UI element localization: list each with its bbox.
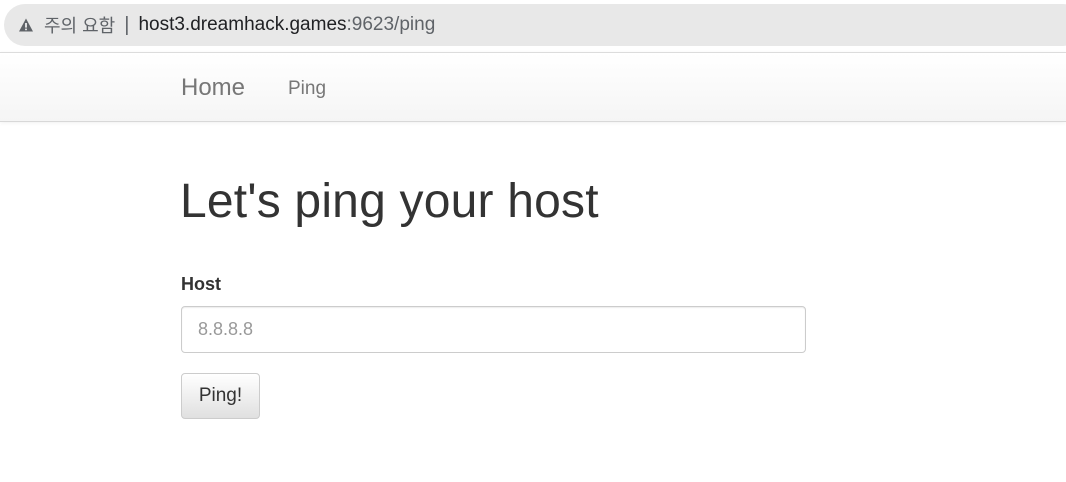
warning-triangle-icon[interactable] (18, 17, 34, 33)
omnibox-separator: | (124, 13, 130, 36)
omnibox[interactable]: 주의 요함 | host3.dreamhack.games:9623/ping (4, 4, 1066, 46)
url-path: :9623/ping (346, 14, 436, 35)
url-text[interactable]: host3.dreamhack.games:9623/ping (138, 14, 435, 36)
navbar: Home Ping (0, 52, 1066, 122)
navbar-brand-home[interactable]: Home (181, 74, 245, 102)
security-warning-text[interactable]: 주의 요함 (44, 12, 115, 38)
page-title: Let's ping your host (180, 175, 599, 228)
host-input[interactable] (181, 306, 806, 353)
nav-link-ping[interactable]: Ping (288, 78, 326, 100)
ping-button[interactable]: Ping! (181, 373, 260, 419)
browser-address-bar: 주의 요함 | host3.dreamhack.games:9623/ping (0, 0, 1066, 52)
url-host: host3.dreamhack.games (138, 14, 347, 35)
host-label: Host (181, 274, 221, 294)
